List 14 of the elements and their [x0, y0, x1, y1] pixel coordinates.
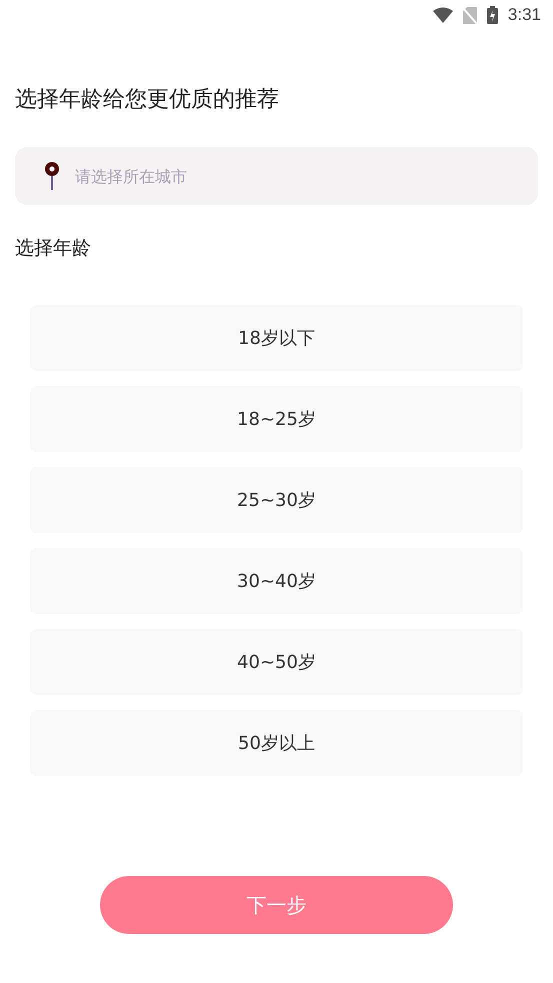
- age-option[interactable]: 40~50岁: [30, 629, 523, 695]
- no-sim-icon: [462, 6, 477, 24]
- age-option[interactable]: 30~40岁: [30, 548, 523, 614]
- city-field[interactable]: 请选择所在城市: [15, 147, 538, 205]
- location-pin-icon: [45, 161, 59, 191]
- age-option[interactable]: 25~30岁: [30, 467, 523, 533]
- age-label: 选择年龄: [15, 236, 92, 261]
- age-option[interactable]: 50岁以上: [30, 710, 523, 776]
- age-option[interactable]: 18~25岁: [30, 386, 523, 452]
- status-time: 3:31: [508, 5, 541, 25]
- wifi-icon: [432, 7, 453, 23]
- page-heading: 选择年龄给您更优质的推荐: [15, 86, 280, 114]
- battery-charging-icon: [486, 6, 498, 24]
- age-option[interactable]: 18岁以下: [30, 305, 523, 371]
